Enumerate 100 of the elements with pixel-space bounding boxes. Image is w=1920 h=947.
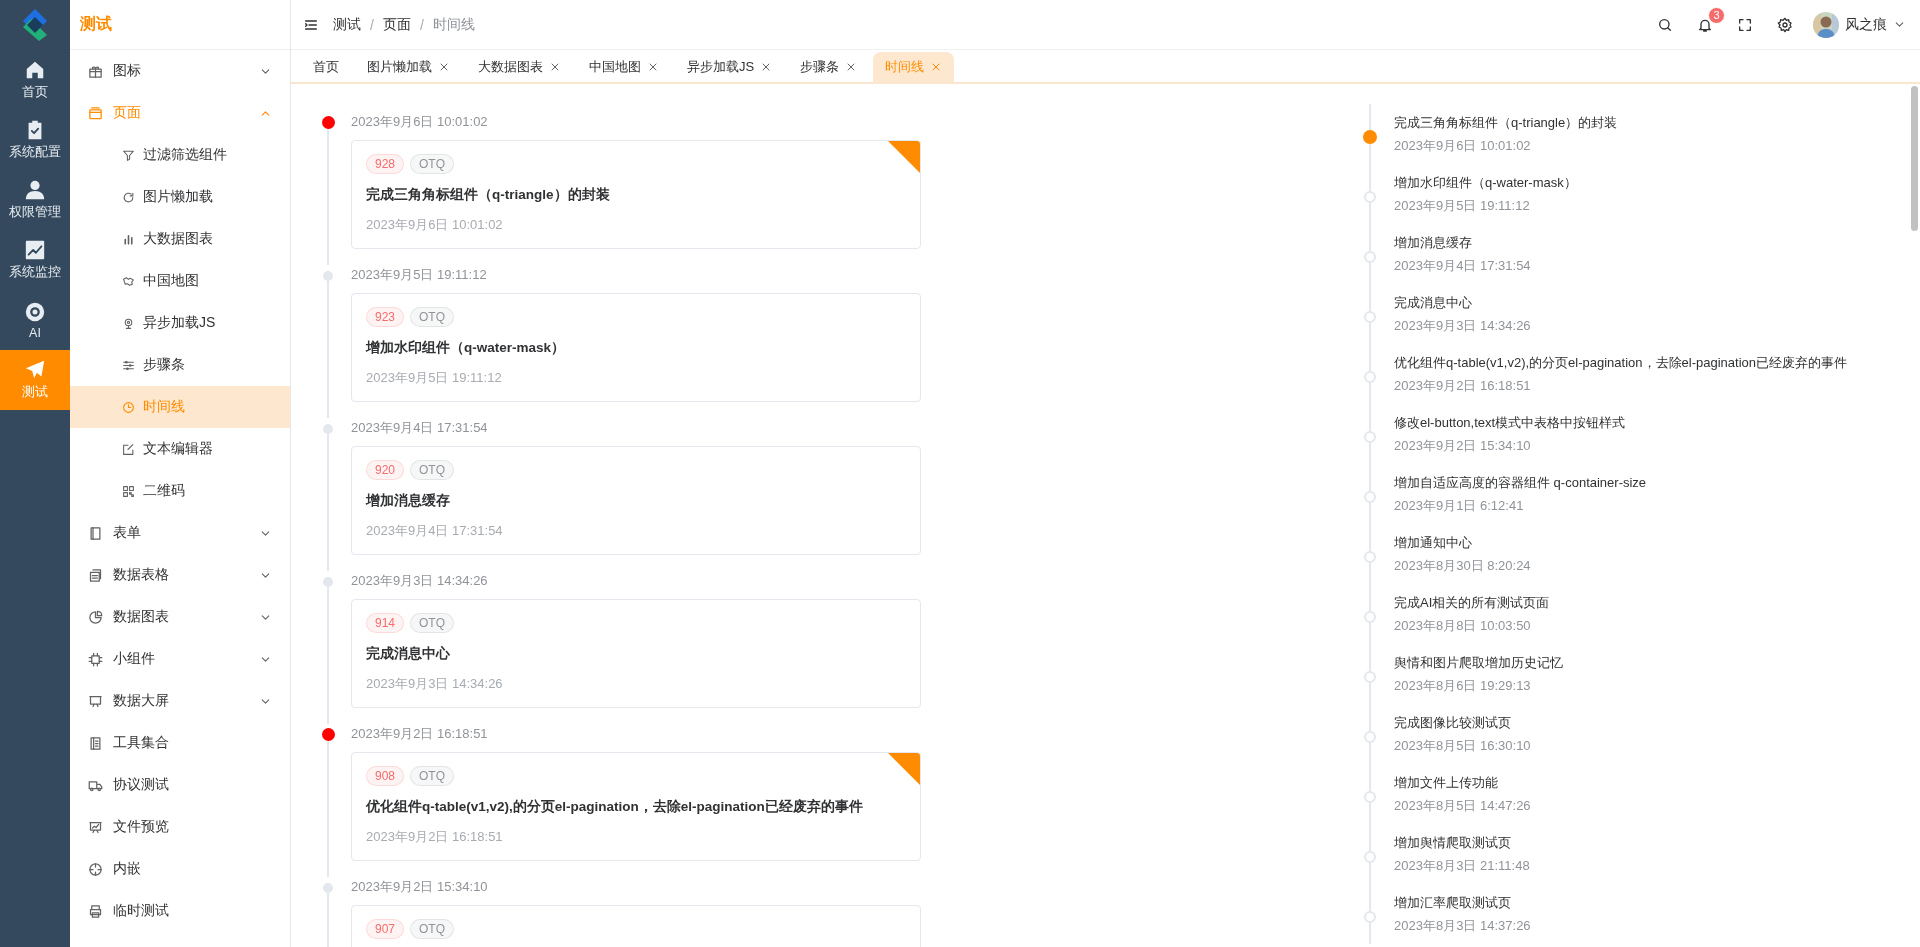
screen-icon [88,693,103,709]
nav-rail-item[interactable]: 系统配置 [0,110,70,170]
refresh-icon [122,190,135,204]
card-date: 2023年9月5日 19:11:12 [366,369,503,387]
search-button[interactable] [1657,16,1673,33]
page-tab[interactable]: 步骤条 [788,52,870,82]
page-tab[interactable]: 中国地图 [577,52,671,82]
timestamp: 2023年9月1日 6:12:41 [1394,496,1525,515]
page-tab[interactable]: 图片懒加载 [355,52,462,82]
tag: OTQ [410,613,455,633]
page-tab[interactable]: 首页 [301,52,351,82]
menu-item[interactable]: 文件预览 [70,806,290,848]
menu-group[interactable]: 图标 [70,50,290,92]
submenu-item[interactable]: 过滤筛选组件 [70,134,290,176]
submenu-item[interactable]: 步骤条 [70,344,290,386]
timestamp: 2023年9月2日 15:34:10 [351,878,489,896]
menu-group[interactable]: 小组件 [70,638,290,680]
timeline-title: 修改el-button,text模式中表格中按钮样式 [1394,413,1626,432]
chart-icon [24,239,46,261]
tag: OTQ [410,460,455,480]
close-icon [549,61,561,73]
menu-group[interactable]: 数据表格 [70,554,290,596]
map-icon [122,274,135,288]
notification-count: 3 [1708,6,1725,24]
submenu-item[interactable]: 大数据图表 [70,218,290,260]
timestamp: 2023年9月3日 14:34:26 [351,572,489,590]
sliders-icon [122,358,135,372]
user-menu[interactable]: 风之痕 [1813,11,1906,38]
timeline-title: 增加消息缓存 [1394,233,1473,252]
filter-icon [122,148,135,162]
timeline-title: 增加水印组件（q-water-mask） [1394,173,1577,192]
tag: 920 [366,460,405,480]
settings-icon [1777,16,1793,33]
tag: OTQ [410,307,455,327]
pie-chart-icon [88,609,103,625]
menu-group[interactable]: 表单 [70,512,290,554]
gift-icon [88,63,103,79]
breadcrumb-item[interactable]: 页面 [382,15,411,34]
timestamp: 2023年8月5日 16:30:10 [1394,736,1531,755]
timestamp: 2023年9月2日 15:34:10 [1394,436,1532,455]
timeline-title: 完成图像比较测试页 [1394,713,1512,732]
timestamp: 2023年9月2日 16:18:51 [351,725,489,743]
nav-rail-item[interactable]: 首页 [0,50,70,110]
document-icon [88,735,103,751]
home-icon [24,59,46,81]
user-icon [24,179,46,201]
nav-rail-item[interactable]: 权限管理 [0,170,70,230]
search-icon [1657,16,1673,33]
fullscreen-button[interactable] [1737,16,1753,33]
timeline-title: 完成消息中心 [1394,293,1473,312]
close-icon [438,61,450,73]
timestamp: 2023年8月8日 10:03:50 [1394,616,1532,635]
crosshair-icon [88,861,103,877]
aperture-icon [24,300,46,323]
table-icon [88,567,103,583]
submenu-item[interactable]: 异步加载JS [70,302,290,344]
timeline-title: 舆情和图片爬取增加历史记忆 [1394,653,1563,672]
timestamp: 2023年9月4日 17:31:54 [351,419,489,437]
timeline-title: 完成AI相关的所有测试页面 [1394,593,1550,612]
tag: 923 [366,307,405,327]
breadcrumb-item[interactable]: 测试 [333,15,361,34]
timestamp: 2023年9月5日 19:11:12 [351,266,488,284]
qr-code-icon [122,484,135,498]
submenu-item[interactable]: 中国地图 [70,260,290,302]
settings-button[interactable] [1777,16,1793,33]
timestamp: 2023年9月3日 14:34:26 [1394,316,1531,335]
tag: OTQ [410,154,455,174]
menu-item[interactable]: 工具集合 [70,722,290,764]
menu-group[interactable]: 数据图表 [70,596,290,638]
card-date: 2023年9月2日 16:18:51 [366,828,504,846]
window-icon [88,105,103,121]
notebook-icon [88,525,103,541]
breadcrumb-separator: / [370,16,374,33]
timestamp: 2023年9月6日 10:01:02 [351,113,489,131]
card-title: 完成三角角标组件（q-triangle）的封装 [366,186,611,204]
timeline-title: 增加文件上传功能 [1394,773,1499,792]
card-title: 增加消息缓存 [366,492,451,510]
timestamp: 2023年8月3日 14:37:26 [1394,916,1531,935]
card-date: 2023年9月6日 10:01:02 [366,216,504,234]
menu-item[interactable]: 协议测试 [70,764,290,806]
submenu-item[interactable]: 图片懒加载 [70,176,290,218]
submenu-item[interactable]: 文本编辑器 [70,428,290,470]
scrollbar-thumb[interactable] [1911,86,1918,231]
menu-group[interactable]: 数据大屏 [70,680,290,722]
tag: 908 [366,766,405,786]
submenu-item[interactable]: 二维码 [70,470,290,512]
clock-icon [122,400,135,414]
page-tab[interactable]: 大数据图表 [466,52,573,82]
timeline-title: 完成三角角标组件（q-triangle）的封装 [1394,113,1618,132]
page-tab[interactable]: 异步加载JS [675,52,785,82]
edit-icon [122,442,135,456]
menu-item[interactable]: 内嵌 [70,848,290,890]
nav-rail-item[interactable]: 系统监控 [0,230,70,290]
card-date: 2023年9月4日 17:31:54 [366,522,504,540]
breadcrumb-item: 时间线 [432,15,475,34]
timeline-title: 增加汇率爬取测试页 [1394,893,1512,912]
menu-item[interactable]: 临时测试 [70,890,290,932]
nav-rail-item[interactable]: AI [0,290,70,350]
bar-chart-icon [122,232,135,246]
tag: OTQ [410,766,455,786]
